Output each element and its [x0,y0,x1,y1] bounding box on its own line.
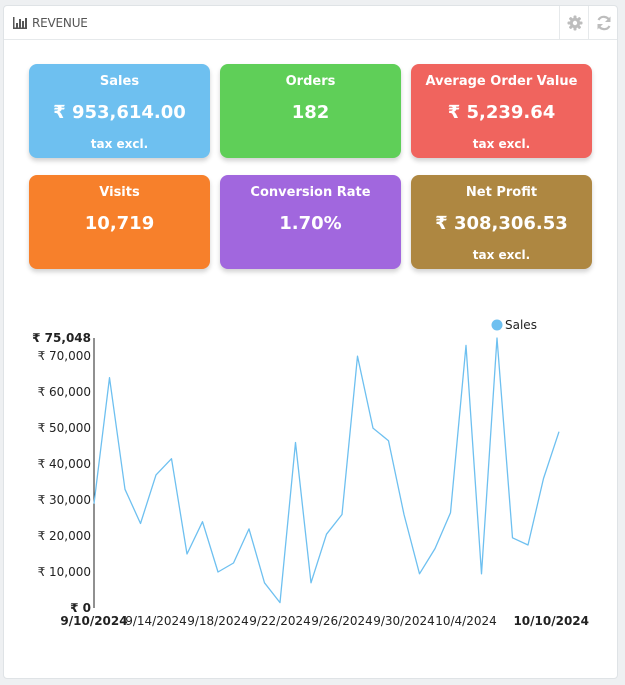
y-max-label: ₹ 75,048 [32,331,91,345]
y-tick-label: ₹ 40,000 [38,457,91,471]
x-tick-label: 9/22/2024 [249,614,311,628]
y-tick-label: ₹ 50,000 [38,421,91,435]
sales-series-line [93,337,560,604]
x-tick-label: 9/30/2024 [373,614,435,628]
legend-marker-sales [491,319,503,331]
y-min-label: ₹ 0 [70,601,91,615]
x-start-label: 9/10/2024 [60,614,127,628]
legend-label-sales: Sales [505,318,537,332]
y-tick-label: ₹ 30,000 [38,493,91,507]
x-tick-label: 9/14/2024 [125,614,187,628]
x-tick-label: 10/4/2024 [435,614,497,628]
sales-line-chart: ₹ 10,000 ₹ 20,000 ₹ 30,000 ₹ 40,000 ₹ 50,000… [32,318,589,628]
y-tick-label: ₹ 10,000 [38,565,91,579]
x-tick-label: 9/26/2024 [311,614,373,628]
y-tick-label: ₹ 20,000 [38,529,91,543]
y-tick-label: ₹ 70,000 [38,349,91,363]
x-end-label: 10/10/2024 [513,614,589,628]
y-tick-label: ₹ 60,000 [38,385,91,399]
x-tick-label: 9/18/2024 [187,614,249,628]
